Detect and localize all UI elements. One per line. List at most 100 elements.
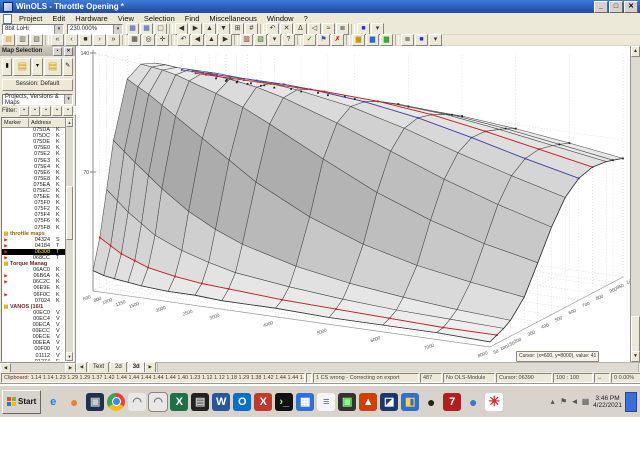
taskbar-print-app[interactable]: ▣ — [338, 392, 357, 411]
filter-button-3[interactable]: ▪ — [41, 106, 51, 116]
version-first[interactable]: « — [51, 34, 64, 46]
filter-button-4[interactable]: ▪ — [52, 106, 62, 116]
scroll-down-icon[interactable]: ▼ — [66, 352, 73, 361]
menu-item-edit[interactable]: Edit — [47, 14, 70, 23]
show-desktop-button[interactable] — [625, 391, 637, 412]
taskbar-red-x-app[interactable]: X — [254, 392, 273, 411]
panel-close-icon[interactable]: ✕ — [64, 46, 73, 56]
filter-button-5[interactable]: ▪ — [63, 106, 73, 116]
column-header-marker[interactable]: Marker — [2, 118, 29, 127]
filter-button-2[interactable]: ▪ — [30, 106, 40, 116]
menu-item-selection[interactable]: Selection — [139, 14, 180, 23]
window-layout[interactable]: ≣ — [401, 34, 414, 46]
taskbar-chrome[interactable] — [107, 392, 126, 411]
menu-item-view[interactable]: View — [113, 14, 139, 23]
nav-left[interactable]: ◀ — [191, 34, 204, 46]
bookmark[interactable]: ⚑ — [317, 34, 330, 46]
undo-nav[interactable]: ↶ — [177, 34, 190, 46]
version-prev[interactable]: ‹ — [65, 34, 78, 46]
taskbar-clock[interactable]: 3:46 PM 4/22/2021 — [593, 395, 622, 409]
menu-item-?[interactable]: ? — [299, 14, 313, 23]
project-properties[interactable]: ▥ — [16, 34, 29, 46]
taskbar-notebook-app[interactable]: ▤ — [191, 392, 210, 411]
chart-view[interactable]: ▧ — [254, 34, 267, 46]
chevron-down-icon[interactable]: ▾ — [54, 24, 63, 34]
start-button[interactable]: Start — [2, 389, 42, 414]
scroll-up-icon[interactable]: ▲ — [66, 118, 73, 127]
window-layout-dropdown[interactable]: ▾ — [429, 34, 442, 46]
taskbar-terminal[interactable]: ›_ — [275, 392, 294, 411]
menu-item-window[interactable]: Window — [262, 14, 299, 23]
taskbar-notepad[interactable]: ≡ — [317, 392, 336, 411]
taskbar-7zip-app[interactable]: 7 — [443, 392, 462, 411]
view-dropdown[interactable]: ▾ — [268, 34, 281, 46]
session-button[interactable]: Session: Default — [2, 79, 73, 91]
version-last[interactable]: » — [107, 34, 120, 46]
taskbar-flame-app[interactable]: ▲ — [359, 392, 378, 411]
scroll-up-icon[interactable]: ▲ — [631, 46, 640, 57]
open-project[interactable]: ▤ — [2, 34, 15, 46]
taskbar-photos-app[interactable]: ◪ — [380, 392, 399, 411]
import-file[interactable]: ▧ — [30, 34, 43, 46]
taskbar-capture-app-1[interactable]: ◠ — [128, 392, 147, 411]
map-row[interactable]: 01274E — [2, 359, 66, 361]
version-current[interactable]: ■ — [79, 34, 92, 46]
tray-network-icon[interactable]: ▦ — [581, 397, 590, 406]
taskbar-blue-circle-app[interactable]: ● — [464, 393, 482, 411]
map-list[interactable]: ▦ — [128, 34, 141, 46]
chevron-down-icon[interactable]: ▾ — [113, 24, 122, 34]
taskbar-word[interactable]: W — [212, 392, 231, 411]
menu-item-find[interactable]: Find — [180, 14, 205, 23]
open-folder-dropdown[interactable]: ▾ — [32, 58, 43, 76]
map-chart-green[interactable]: ▆ — [380, 34, 393, 46]
nav-up[interactable]: ▲ — [205, 34, 218, 46]
scroll-down-icon[interactable]: ▼ — [631, 351, 640, 362]
close-button[interactable]: ✕ — [624, 0, 638, 13]
nav-right[interactable]: ▶ — [219, 34, 232, 46]
taskbar-blue-app[interactable]: ▦ — [296, 392, 315, 411]
taskbar-capture-app-2[interactable]: ◠ — [148, 391, 169, 412]
help-pointer[interactable]: ? — [282, 34, 295, 46]
import-folder-icon[interactable]: ▤ — [43, 58, 62, 76]
menu-item-project[interactable]: Project — [14, 14, 47, 23]
map-chart-yellow[interactable]: ▆ — [352, 34, 365, 46]
taskbar-pinwheel-app[interactable]: ✳ — [485, 392, 504, 411]
menu-item-hardware[interactable]: Hardware — [70, 14, 113, 23]
hexdump-view[interactable]: ▥ — [240, 34, 253, 46]
zoom-tool[interactable]: ◎ — [142, 34, 155, 46]
map-chart-blue[interactable]: ▆ — [366, 34, 379, 46]
window-layout-blue[interactable]: ■ — [415, 34, 428, 46]
taskbar-paint-app[interactable]: ◧ — [401, 392, 420, 411]
version-next[interactable]: › — [93, 34, 106, 46]
minimize-button[interactable]: _ — [594, 0, 608, 13]
open-folder-icon[interactable]: ▤ — [13, 58, 32, 76]
panel-pin-icon[interactable]: ▪ — [53, 46, 62, 56]
maximize-button[interactable]: □ — [609, 0, 623, 13]
taskbar-outlook[interactable]: O — [233, 392, 252, 411]
tray-hidden-icons-chevron[interactable]: ▴ — [548, 397, 557, 406]
chart-vertical-scrollbar[interactable]: ▲ ▼ — [630, 46, 640, 362]
tray-flag-icon[interactable]: ⚑ — [559, 397, 568, 406]
pan-tool[interactable]: ✛ — [156, 34, 169, 46]
display-mode-combo[interactable]: 8bit LoHi ▾ — [2, 23, 64, 35]
taskbar-dark-circle-app[interactable]: ● — [422, 393, 440, 411]
zoom-level-combo[interactable]: 230.000% ▾ — [67, 23, 123, 35]
tray-volume-icon[interactable]: ◄ — [570, 397, 579, 406]
filter-button-1[interactable]: ▪ — [19, 106, 29, 116]
tree-mode-combo[interactable]: Projects, Versions & Maps ▾ — [2, 94, 73, 106]
reject-x[interactable]: ✗ — [331, 34, 344, 46]
throttle-map-3d-surface[interactable]: 140 70 600 800 1000 1250 1500 2000 2500 3000 4000 5… — [76, 46, 637, 362]
scrollbar-thumb[interactable] — [631, 316, 640, 352]
taskbar-excel[interactable]: X — [170, 392, 189, 411]
taskbar-media-app[interactable]: ● — [65, 393, 83, 411]
taskbar-photo-viewer[interactable]: ▣ — [86, 392, 105, 411]
map-list-scrollbar[interactable]: ▲ ▼ — [65, 118, 73, 361]
menu-item-miscellaneous[interactable]: Miscellaneous — [204, 14, 262, 23]
scrollbar-thumb[interactable] — [66, 186, 73, 241]
sidebar-horizontal-scrollbar[interactable]: ◀ ▶ — [0, 363, 76, 374]
new-map-button[interactable]: ▮ — [2, 58, 13, 76]
accept-check[interactable]: ✓ — [303, 34, 316, 46]
taskbar-internet-explorer[interactable]: e — [44, 393, 62, 411]
chevron-down-icon[interactable]: ▾ — [64, 95, 72, 104]
edit-map-button[interactable]: ✎ — [62, 58, 73, 76]
